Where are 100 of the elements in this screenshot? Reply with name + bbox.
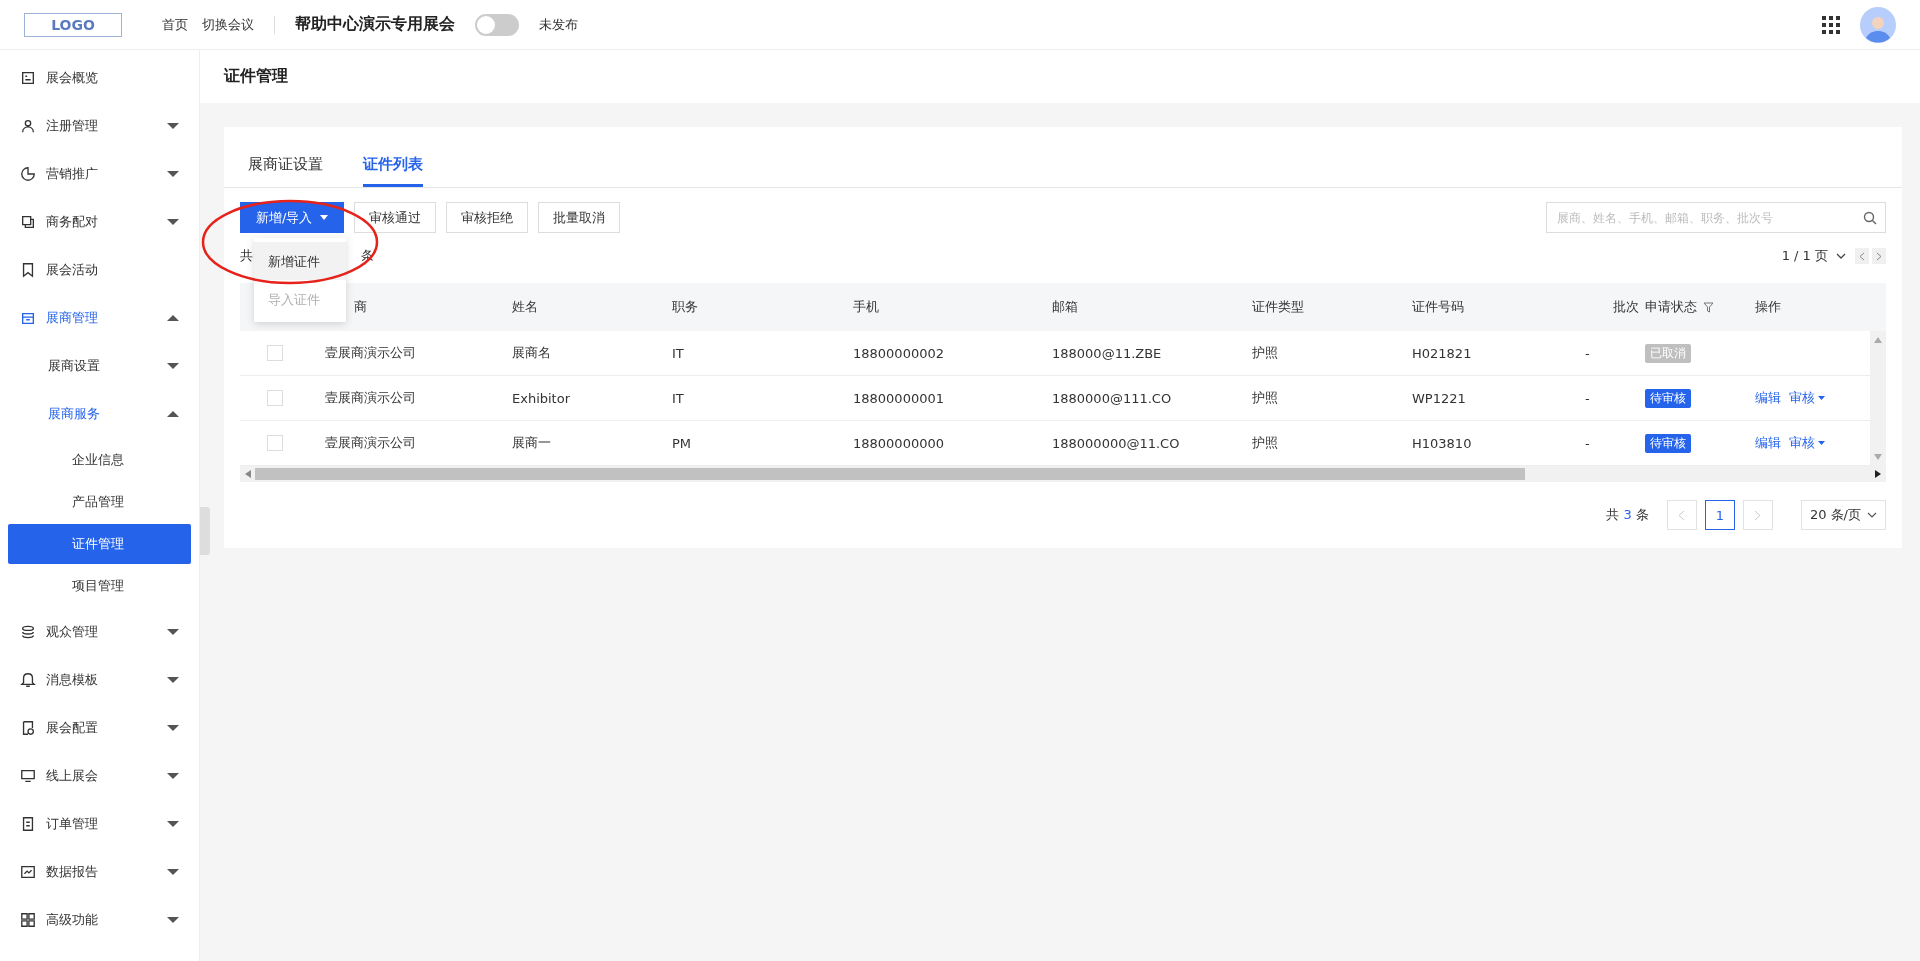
toolbar-button[interactable]: 审核通过 [354,202,437,233]
row-checkbox[interactable] [267,390,283,406]
sidebar-item[interactable]: 观众管理 [0,608,199,656]
vertical-scrollbar[interactable] [1870,331,1886,466]
next-page-button[interactable] [1742,500,1773,530]
column-header: 证件号码 [1412,298,1464,316]
table-cell: - [1585,345,1590,361]
tab[interactable]: 展商证设置 [248,155,323,187]
menu-icon [20,912,36,928]
sidebar-item[interactable]: 数据报告 [0,848,199,896]
review-link[interactable]: 审核 [1789,434,1825,452]
review-link[interactable]: 审核 [1789,389,1825,407]
chevron-left-icon [1859,251,1865,261]
collapse-handle[interactable] [200,507,210,555]
table-cell: 护照 [1252,389,1278,407]
sidebar-item[interactable]: 线上展会 [0,752,199,800]
menu-icon [20,262,36,278]
menu-icon [20,768,36,784]
table-cell: H021821 [1412,345,1472,361]
menu-icon [20,864,36,880]
menu-icon [20,624,36,640]
menu-item[interactable]: 新增证件 [254,242,346,280]
table-cell: 护照 [1252,344,1278,362]
status-tag: 待审核 [1645,388,1691,408]
menu-icon [20,118,36,134]
table-cell: 壹展商演示公司 [325,344,416,362]
nav-link[interactable]: 首页 [162,15,188,34]
column-header: 操作 [1755,298,1781,316]
column-header: 手机 [853,298,879,316]
edit-link[interactable]: 编辑 [1755,389,1781,407]
search-icon[interactable] [1863,210,1877,225]
sidebar-item[interactable]: 展会配置 [0,704,199,752]
scroll-left-icon[interactable] [245,470,251,478]
column-header: 商 [354,298,367,316]
next-page-button[interactable] [1872,248,1886,264]
chevron-right-icon [1876,251,1882,261]
publish-toggle[interactable] [475,13,519,36]
sidebar-item[interactable]: 展商设置 [0,342,199,390]
scroll-up-icon[interactable] [1874,337,1882,343]
sidebar-item[interactable]: 项目管理 [8,566,191,606]
row-checkbox[interactable] [267,435,283,451]
table-cell: 壹展商演示公司 [325,389,416,407]
sidebar-item[interactable]: 注册管理 [0,102,199,150]
toolbar-button[interactable]: 批量取消 [538,202,621,233]
total-count-text: 共 3 条 [1606,506,1649,524]
sidebar-item[interactable]: 高级功能 [0,896,199,944]
row-checkbox[interactable] [267,345,283,361]
chevron-down-icon[interactable] [1836,253,1846,259]
avatar[interactable] [1860,6,1896,43]
horizontal-scrollbar[interactable] [240,466,1886,482]
menu-icon [20,672,36,688]
search-field[interactable]: 展商、姓名、手机、邮箱、职务、批次号 [1546,202,1886,233]
toolbar-button[interactable]: 审核拒绝 [446,202,529,233]
sidebar-item[interactable]: 展商服务 [0,390,199,438]
table-cell: Exhibitor [512,390,571,406]
sidebar-item[interactable]: 消息模板 [0,656,199,704]
sidebar-item[interactable]: 营销推广 [0,150,199,198]
page-title: 证件管理 [224,66,288,87]
table-cell: 18800000000 [853,435,944,451]
add-import-button[interactable]: 新增/导入 [240,202,345,233]
publish-status: 未发布 [539,15,578,34]
table-cell: IT [672,390,684,406]
sidebar-item[interactable]: 证件管理 [8,524,191,564]
caret-icon [1818,441,1825,445]
event-title: 帮助中心演示专用展会 [295,14,455,35]
prev-page-button[interactable] [1666,500,1697,530]
caret-icon [1818,396,1825,400]
menu-icon [20,70,36,86]
scroll-right-icon[interactable] [1875,470,1881,478]
sidebar-item[interactable]: 展会活动 [0,246,199,294]
sidebar-item[interactable]: 展商管理 [0,294,199,342]
table-cell: 壹展商演示公司 [325,434,416,452]
sidebar-item[interactable]: 商务配对 [0,198,199,246]
sidebar-item[interactable]: 展会概览 [0,54,199,102]
tab[interactable]: 证件列表 [363,155,423,187]
table-cell: 188000000@11.CO [1052,435,1180,451]
edit-link[interactable]: 编辑 [1755,434,1781,452]
chevron-left-icon [1678,509,1686,521]
menu-icon [20,166,36,182]
sidebar-item[interactable]: 产品管理 [8,482,191,522]
table-cell: H103810 [1412,435,1472,451]
page-button[interactable]: 1 [1704,500,1735,530]
apps-grid-icon[interactable] [1822,15,1840,34]
table-cell: - [1585,390,1590,406]
table-cell: 1880000@111.CO [1052,390,1172,406]
table-cell: 18800000002 [853,345,944,361]
status-tag: 已取消 [1645,343,1691,363]
table-cell: 18800000001 [853,390,944,406]
sidebar-item[interactable]: 企业信息 [8,440,191,480]
scroll-down-icon[interactable] [1874,454,1882,460]
filter-icon[interactable] [1703,301,1714,313]
nav-link[interactable]: 切换会议 [202,15,254,34]
prev-page-button[interactable] [1855,248,1869,264]
table-cell: WP1221 [1412,390,1466,406]
table-cell: PM [672,435,692,451]
page-size-select[interactable]: 20 条/页 [1800,500,1886,530]
sidebar-item[interactable]: 订单管理 [0,800,199,848]
logo: LOGO [24,12,122,37]
table-cell: 护照 [1252,434,1278,452]
page-indicator: 1 / 1 页 [1781,247,1828,265]
